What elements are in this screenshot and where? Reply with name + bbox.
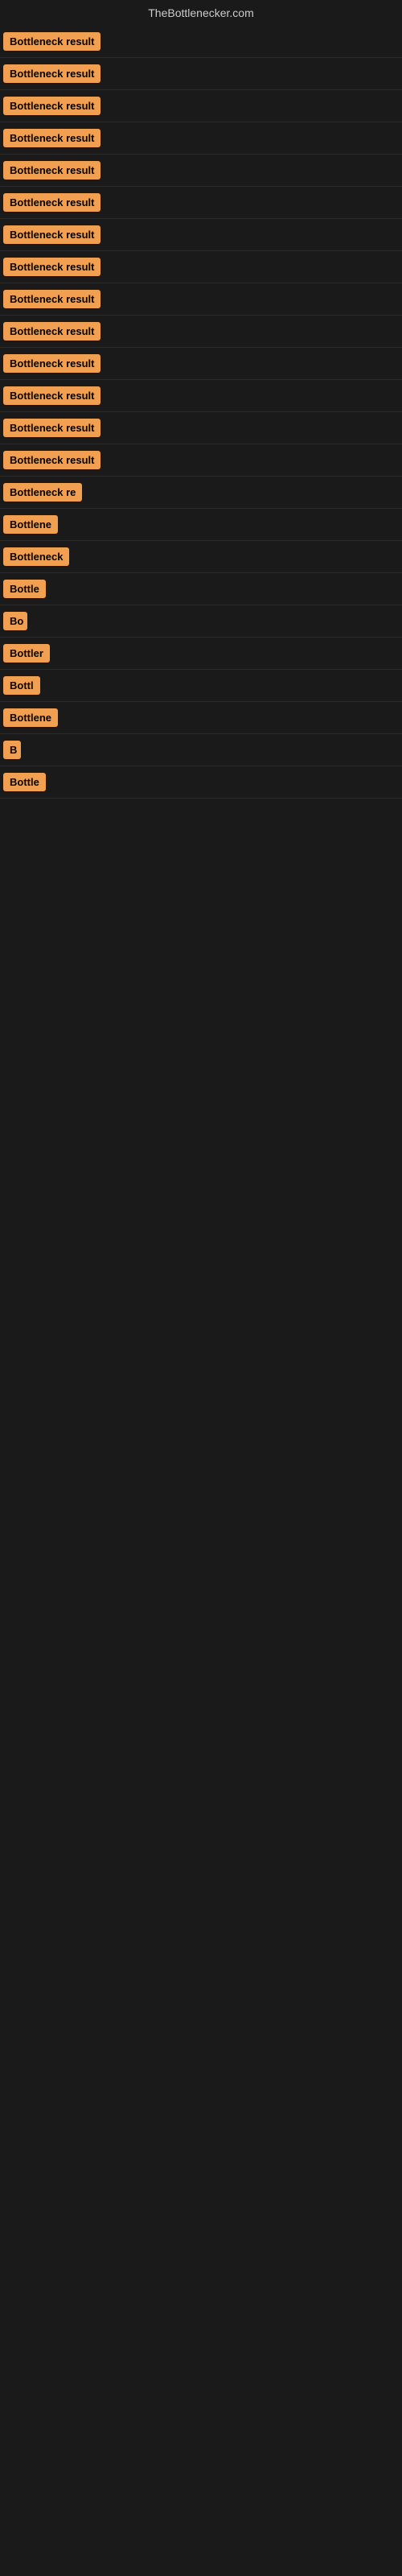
badge-row: Bottleneck result: [0, 348, 402, 380]
bottleneck-badge[interactable]: Bottleneck result: [3, 97, 100, 115]
bottleneck-badge[interactable]: Bottleneck result: [3, 129, 100, 147]
site-header: TheBottlenecker.com: [0, 0, 402, 26]
badge-row: Bottleneck result: [0, 283, 402, 316]
bottleneck-badge[interactable]: Bottleneck result: [3, 161, 100, 180]
bottleneck-badge[interactable]: Bottleneck result: [3, 32, 100, 51]
badge-row: Bottleneck result: [0, 58, 402, 90]
bottleneck-badge[interactable]: Bottleneck: [3, 547, 69, 566]
badge-list: Bottleneck result Bottleneck result Bottle…: [0, 26, 402, 799]
bottleneck-badge[interactable]: Bottleneck result: [3, 354, 100, 373]
badge-row: Bottlene: [0, 509, 402, 541]
badge-row: Bottleneck result: [0, 251, 402, 283]
badge-row: Bottler: [0, 638, 402, 670]
badge-row: Bottle: [0, 573, 402, 605]
badge-row: Bottleneck result: [0, 187, 402, 219]
bottleneck-badge[interactable]: B: [3, 741, 21, 759]
badge-row: Bottleneck result: [0, 316, 402, 348]
bottleneck-badge[interactable]: Bottleneck result: [3, 386, 100, 405]
badge-row: Bo: [0, 605, 402, 638]
bottleneck-badge[interactable]: Bottleneck re: [3, 483, 82, 502]
badge-row: Bottleneck result: [0, 380, 402, 412]
badge-row: Bottleneck re: [0, 477, 402, 509]
bottleneck-badge[interactable]: Bottlene: [3, 515, 58, 534]
bottleneck-badge[interactable]: Bottleneck result: [3, 451, 100, 469]
badge-row: B: [0, 734, 402, 766]
badge-row: Bottle: [0, 766, 402, 799]
badge-row: Bottlene: [0, 702, 402, 734]
bottleneck-badge[interactable]: Bottleneck result: [3, 258, 100, 276]
bottleneck-badge[interactable]: Bottleneck result: [3, 193, 100, 212]
bottleneck-badge[interactable]: Bottl: [3, 676, 40, 695]
bottleneck-badge[interactable]: Bottlene: [3, 708, 58, 727]
badge-row: Bottleneck result: [0, 90, 402, 122]
badge-row: Bottleneck result: [0, 155, 402, 187]
badge-row: Bottleneck result: [0, 412, 402, 444]
bottleneck-badge[interactable]: Bottler: [3, 644, 50, 663]
bottleneck-badge[interactable]: Bottleneck result: [3, 64, 100, 83]
bottleneck-badge[interactable]: Bottle: [3, 580, 46, 598]
badge-row: Bottl: [0, 670, 402, 702]
site-title: TheBottlenecker.com: [0, 0, 402, 26]
bottleneck-badge[interactable]: Bottleneck result: [3, 225, 100, 244]
bottleneck-badge[interactable]: Bo: [3, 612, 27, 630]
badge-row: Bottleneck result: [0, 122, 402, 155]
bottleneck-badge[interactable]: Bottle: [3, 773, 46, 791]
badge-row: Bottleneck: [0, 541, 402, 573]
badge-row: Bottleneck result: [0, 219, 402, 251]
bottleneck-badge[interactable]: Bottleneck result: [3, 290, 100, 308]
badge-row: Bottleneck result: [0, 444, 402, 477]
badge-row: Bottleneck result: [0, 26, 402, 58]
bottleneck-badge[interactable]: Bottleneck result: [3, 322, 100, 341]
bottleneck-badge[interactable]: Bottleneck result: [3, 419, 100, 437]
